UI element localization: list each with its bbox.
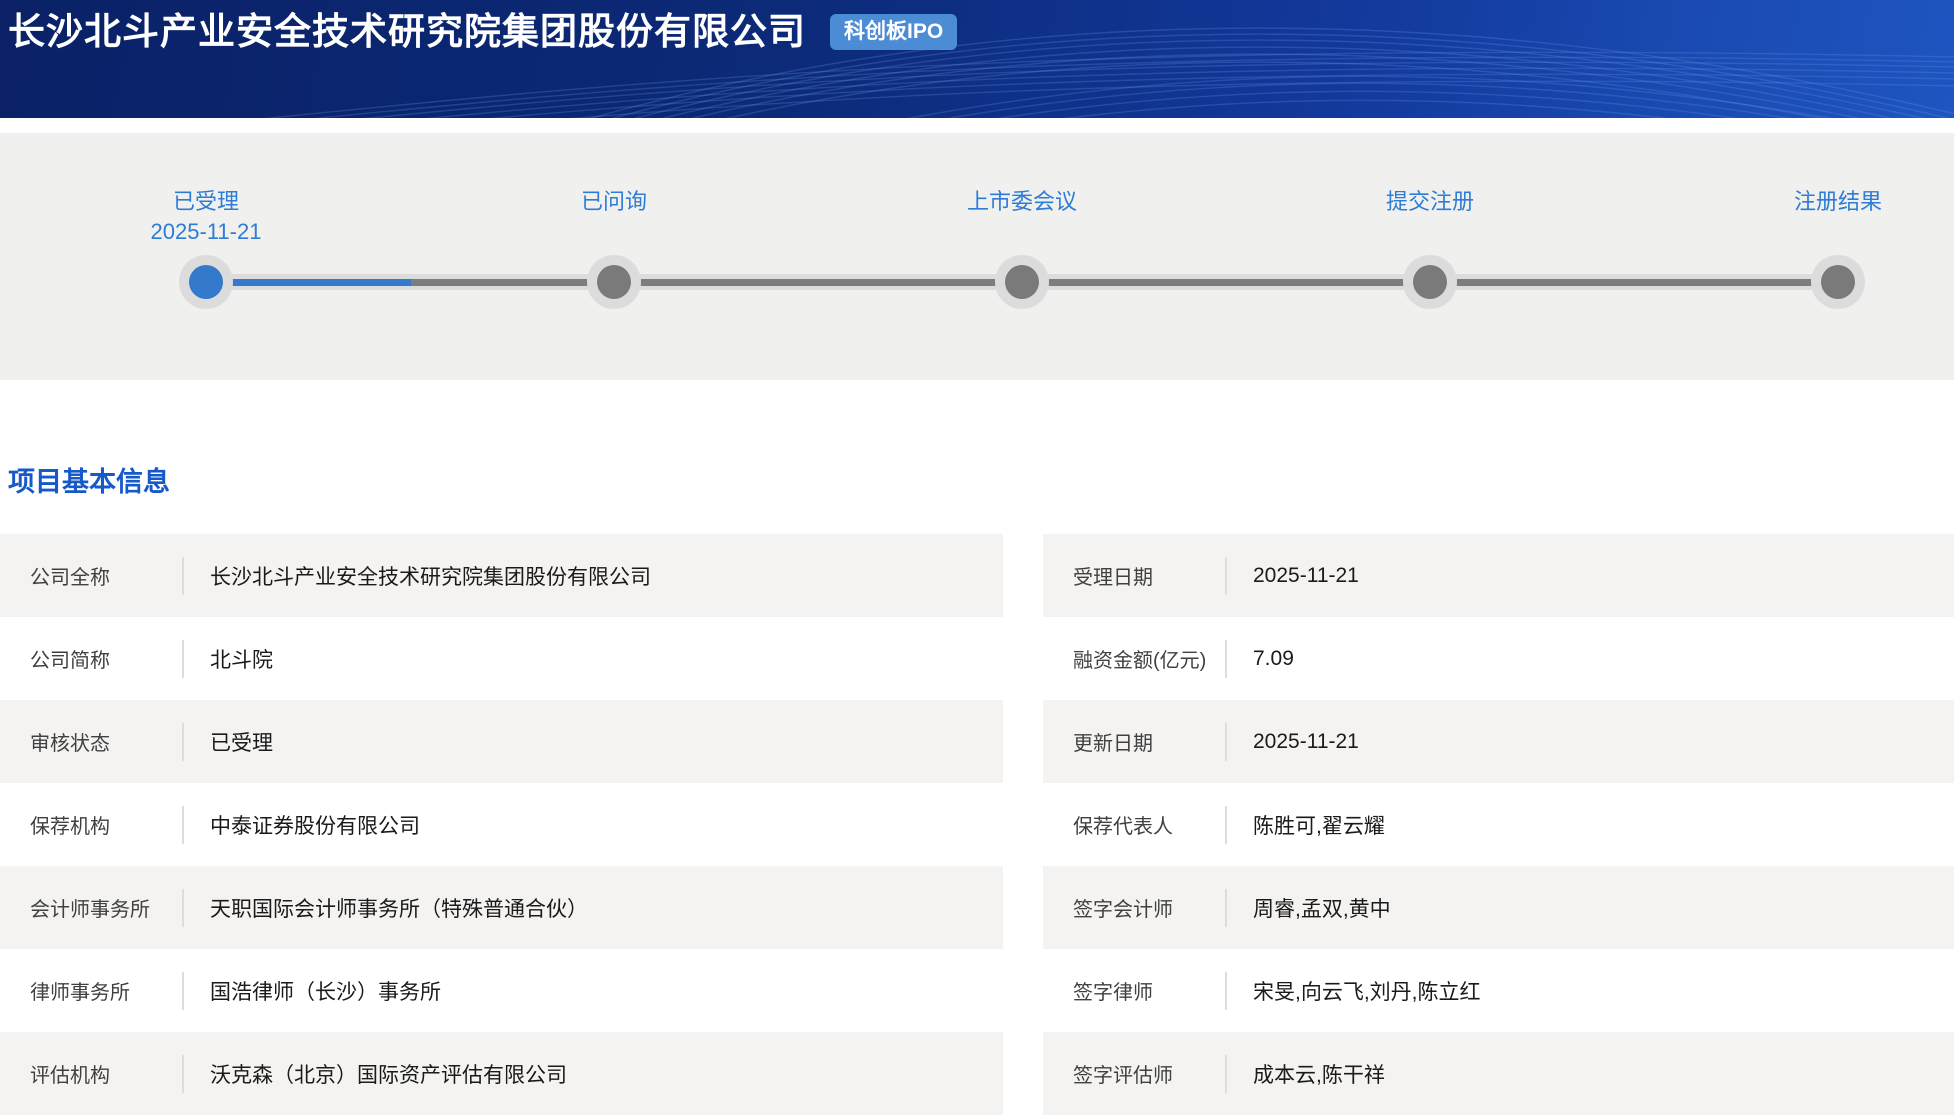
step-label-inquired: 已问询 bbox=[494, 187, 734, 217]
info-row-signing-accountants: 签字会计师 周睿,孟双,黄中 bbox=[1043, 866, 1954, 949]
info-label: 评估机构 bbox=[30, 1059, 182, 1088]
info-row-update-date: 更新日期 2025-11-21 bbox=[1043, 700, 1954, 783]
info-value: 2025-11-21 bbox=[1253, 730, 1359, 754]
info-row-appraisal-institution: 评估机构 沃克森（北京）国际资产评估有限公司 bbox=[0, 1032, 1003, 1115]
info-value: 长沙北斗产业安全技术研究院集团股份有限公司 bbox=[210, 561, 651, 591]
page: 长沙北斗产业安全技术研究院集团股份有限公司 科创板IPO 已受理 2025-11… bbox=[0, 0, 1954, 1118]
company-title: 长沙北斗产业安全技术研究院集团股份有限公司 bbox=[8, 0, 806, 64]
info-row-acceptance-date: 受理日期 2025-11-21 bbox=[1043, 534, 1954, 617]
info-value: 北斗院 bbox=[210, 644, 273, 674]
info-value: 已受理 bbox=[210, 727, 273, 757]
step-label-text: 上市委会议 bbox=[902, 187, 1142, 217]
divider bbox=[1225, 640, 1227, 678]
info-table-right-column: 受理日期 2025-11-21 融资金额(亿元) 7.09 更新日期 2025-… bbox=[1043, 534, 1954, 1115]
info-row-signing-lawyers: 签字律师 宋旻,向云飞,刘丹,陈立红 bbox=[1043, 949, 1954, 1032]
step-label-registration-submitted: 提交注册 bbox=[1310, 187, 1550, 217]
info-label: 更新日期 bbox=[1073, 727, 1225, 756]
info-label: 融资金额(亿元) bbox=[1073, 644, 1225, 673]
page-header: 长沙北斗产业安全技术研究院集团股份有限公司 科创板IPO bbox=[0, 0, 1954, 118]
step-label-text: 提交注册 bbox=[1310, 187, 1550, 217]
info-label: 会计师事务所 bbox=[30, 893, 182, 922]
info-value: 中泰证券股份有限公司 bbox=[210, 810, 420, 840]
info-label: 审核状态 bbox=[30, 727, 182, 756]
divider bbox=[1225, 723, 1227, 761]
divider bbox=[1225, 806, 1227, 844]
divider bbox=[182, 557, 184, 595]
info-value: 成本云,陈干祥 bbox=[1253, 1059, 1385, 1089]
info-table-left-column: 公司全称 长沙北斗产业安全技术研究院集团股份有限公司 公司简称 北斗院 审核状态… bbox=[0, 534, 1003, 1115]
step-label-text: 注册结果 bbox=[1718, 187, 1954, 217]
info-row-signing-appraisers: 签字评估师 成本云,陈干祥 bbox=[1043, 1032, 1954, 1115]
info-label: 公司简称 bbox=[30, 644, 182, 673]
info-label: 签字评估师 bbox=[1073, 1059, 1225, 1088]
divider bbox=[1225, 889, 1227, 927]
info-label: 受理日期 bbox=[1073, 561, 1225, 590]
info-value: 国浩律师（长沙）事务所 bbox=[210, 976, 441, 1006]
step-dot-accepted bbox=[189, 265, 223, 299]
info-value: 沃克森（北京）国际资产评估有限公司 bbox=[210, 1059, 567, 1089]
step-label-committee-meeting: 上市委会议 bbox=[902, 187, 1142, 217]
step-date-text: 2025-11-21 bbox=[86, 217, 326, 247]
info-value: 周睿,孟双,黄中 bbox=[1253, 893, 1391, 923]
divider bbox=[1225, 1055, 1227, 1093]
timeline-progress-line bbox=[206, 279, 411, 286]
step-dot-registration-result bbox=[1821, 265, 1855, 299]
divider bbox=[1225, 557, 1227, 595]
info-label: 律师事务所 bbox=[30, 976, 182, 1005]
info-value: 陈胜可,翟云耀 bbox=[1253, 810, 1385, 840]
info-row-sponsor-institution: 保荐机构 中泰证券股份有限公司 bbox=[0, 783, 1003, 866]
info-row-company-short-name: 公司简称 北斗院 bbox=[0, 617, 1003, 700]
step-dot-registration-submitted bbox=[1413, 265, 1447, 299]
info-value: 2025-11-21 bbox=[1253, 564, 1359, 588]
divider bbox=[182, 723, 184, 761]
step-label-registration-result: 注册结果 bbox=[1718, 187, 1954, 217]
info-row-law-firm: 律师事务所 国浩律师（长沙）事务所 bbox=[0, 949, 1003, 1032]
divider bbox=[182, 889, 184, 927]
info-row-review-status: 审核状态 已受理 bbox=[0, 700, 1003, 783]
info-row-financing-amount: 融资金额(亿元) 7.09 bbox=[1043, 617, 1954, 700]
divider bbox=[182, 640, 184, 678]
ipo-board-badge: 科创板IPO bbox=[830, 14, 957, 50]
divider bbox=[182, 972, 184, 1010]
divider bbox=[1225, 972, 1227, 1010]
divider bbox=[182, 1055, 184, 1093]
review-progress-timeline: 已受理 2025-11-21 已问询 上市委会议 提交注册 注册结果 bbox=[0, 133, 1954, 380]
info-row-company-full-name: 公司全称 长沙北斗产业安全技术研究院集团股份有限公司 bbox=[0, 534, 1003, 617]
info-value: 天职国际会计师事务所（特殊普通合伙） bbox=[210, 893, 588, 923]
step-label-text: 已受理 bbox=[86, 187, 326, 217]
step-dot-committee-meeting bbox=[1005, 265, 1039, 299]
step-label-text: 已问询 bbox=[494, 187, 734, 217]
info-row-sponsor-representatives: 保荐代表人 陈胜可,翟云耀 bbox=[1043, 783, 1954, 866]
info-label: 签字会计师 bbox=[1073, 893, 1225, 922]
info-label: 保荐机构 bbox=[30, 810, 182, 839]
info-value: 宋旻,向云飞,刘丹,陈立红 bbox=[1253, 976, 1481, 1006]
step-dot-inquired bbox=[597, 265, 631, 299]
info-row-accounting-firm: 会计师事务所 天职国际会计师事务所（特殊普通合伙） bbox=[0, 866, 1003, 949]
info-value: 7.09 bbox=[1253, 647, 1294, 671]
info-label: 公司全称 bbox=[30, 561, 182, 590]
section-title-basic-info: 项目基本信息 bbox=[8, 460, 170, 499]
info-label: 保荐代表人 bbox=[1073, 810, 1225, 839]
step-label-accepted: 已受理 2025-11-21 bbox=[86, 187, 326, 247]
info-label: 签字律师 bbox=[1073, 976, 1225, 1005]
divider bbox=[182, 806, 184, 844]
